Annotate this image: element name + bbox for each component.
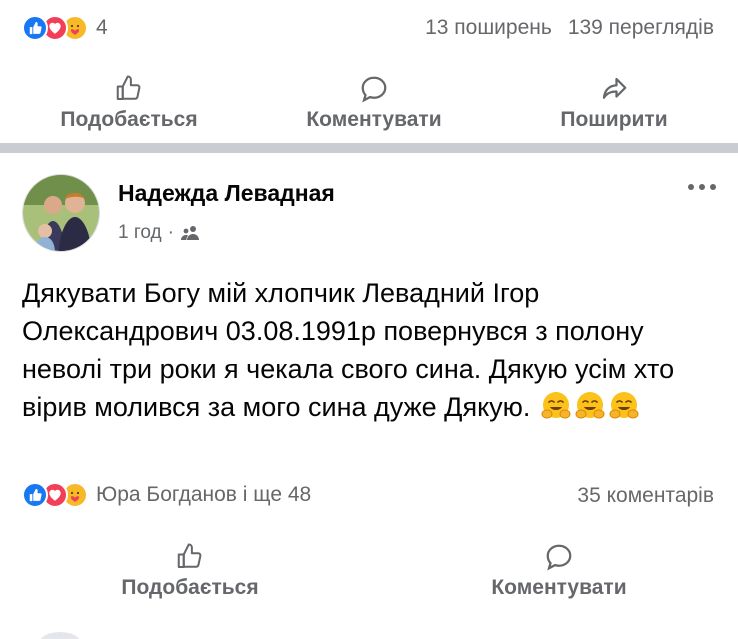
like-label: Подобається [121,576,259,599]
friends-icon [180,226,199,240]
top-post-stats: 13 поширень 139 переглядів [425,16,714,40]
dot [699,184,705,190]
like-icon [22,482,48,508]
post-reactions[interactable]: Юра Богданов і ще 48 [22,480,311,510]
next-post-avatar-peek [40,632,80,639]
reaction-icons [22,482,88,508]
post-body: Дякувати Богу мій хлопчик Левадний Ігор … [22,274,722,426]
hugging-face-emoji [541,392,571,419]
like-label: Подобається [60,108,198,131]
comment-label: Коментувати [491,576,627,599]
meta-separator: · [167,222,174,243]
shares-count[interactable]: 13 поширень [425,16,552,40]
feed-separator [0,143,738,153]
top-post-reactions[interactable]: 4 [22,13,108,43]
author-name[interactable]: Надежда Левадная [118,180,335,207]
hugging-face-emoji [575,392,605,419]
share-icon [602,77,627,99]
comment-button[interactable]: Коментувати [258,74,490,132]
dot [688,184,694,190]
reaction-summary: Юра Богданов і ще 48 [96,483,312,506]
comment-icon [546,544,572,571]
top-post-action-bar: Подобається Коментувати Поширити [0,74,738,132]
post-stats: 35 коментарів [577,484,714,508]
reaction-icons [22,15,88,41]
share-button[interactable]: Поширити [490,74,738,132]
thumbs-up-icon [177,543,202,568]
views-count: 139 переглядів [567,16,714,39]
hugging-face-emoji [609,392,639,419]
thumbs-up-icon [116,75,141,100]
post-action-bar: Подобається Коментувати [0,542,738,600]
comment-icon [361,76,387,103]
more-options-button[interactable] [688,184,716,190]
post-meta: 1 год · [118,222,200,244]
post-time[interactable]: 1 год [118,222,162,244]
dot [710,184,716,190]
comment-label: Коментувати [306,108,442,131]
comment-button[interactable]: Коментувати [380,542,738,600]
comments-count[interactable]: 35 коментарів [577,484,714,508]
like-icon [22,15,48,41]
reaction-count: 4 [96,16,108,39]
like-button[interactable]: Подобається [0,542,380,600]
author-avatar[interactable] [22,174,100,252]
like-button[interactable]: Подобається [0,74,258,132]
share-label: Поширити [560,108,668,131]
